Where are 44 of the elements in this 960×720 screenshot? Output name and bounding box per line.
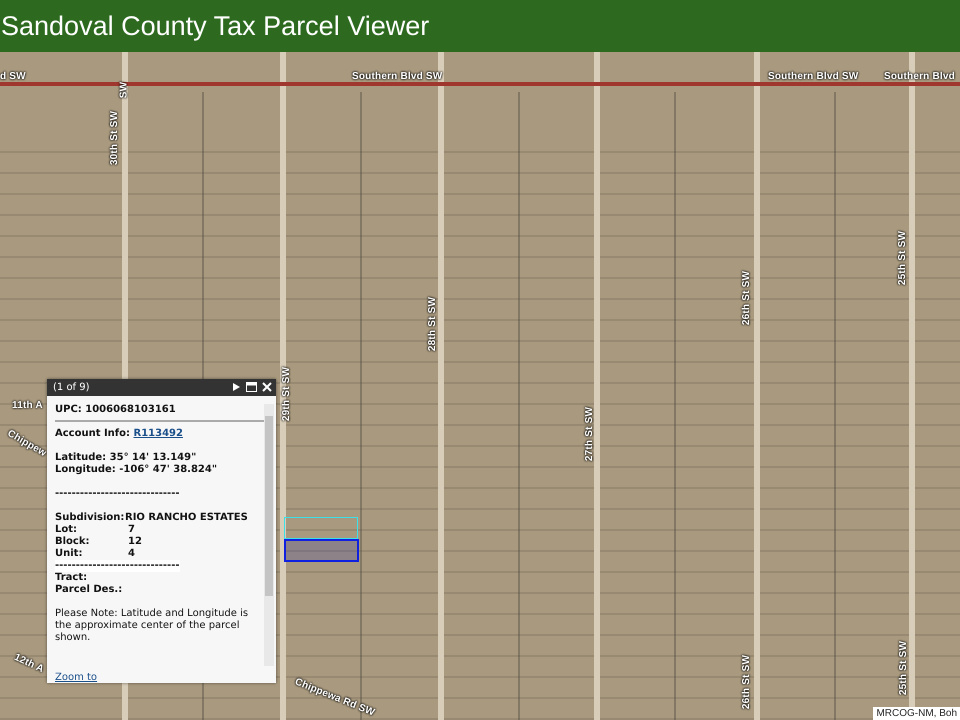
field-label: Block: [55, 536, 90, 548]
scrollbar[interactable] [264, 404, 274, 666]
road-label: 30th St SW [109, 110, 122, 166]
app-title: Sandoval County Tax Parcel Viewer [1, 10, 430, 42]
field-value: 4 [127, 548, 136, 560]
next-icon[interactable] [232, 382, 241, 392]
road-label: d SW [0, 71, 26, 83]
parcel-outline[interactable] [284, 517, 358, 539]
road-label: Southern Blvd [884, 71, 955, 83]
selected-parcel[interactable] [284, 539, 359, 562]
field-label: Tract: [55, 572, 88, 584]
road-label: 27th St SW [584, 406, 596, 462]
field-value: 7 [127, 524, 136, 536]
result-counter: (1 of 9) [53, 382, 91, 393]
note-text: Please Note: Latitude and Longitude is the approximate center of the parcel shown. [55, 608, 250, 644]
longitude-text: Longitude: -106° 47' 38.824" [55, 464, 218, 476]
road-label: SW [118, 82, 130, 98]
field-label: Unit: [55, 548, 84, 560]
road-label: 11th A [12, 400, 43, 412]
road-label: 25th St SW [897, 230, 910, 286]
field-label: Lot: [55, 524, 78, 536]
map-attribution: MRCOG-NM, Boh [873, 707, 960, 720]
aerial-map[interactable] [0, 52, 960, 720]
field-label: Subdivision: [55, 512, 125, 524]
road-label: 28th St SW [427, 296, 440, 352]
latitude-text: Latitude: 35° 14' 13.149" [55, 452, 198, 464]
upc-text: UPC: 1006068103161 [55, 404, 264, 422]
separator-text: ------------------------------ [55, 560, 180, 572]
account-link[interactable]: R113492 [134, 428, 183, 439]
road-label: 12th A [12, 652, 46, 676]
field-value: 12 [127, 536, 143, 548]
road-label: Southern Blvd SW [768, 71, 858, 83]
road-label: 29th St SW [281, 366, 294, 422]
field-value: RIO RANCHO ESTATES [125, 512, 249, 524]
zoom-to-link[interactable]: Zoom to [55, 672, 98, 683]
close-icon[interactable] [262, 382, 272, 392]
road-label: Southern Blvd SW [352, 71, 442, 83]
account-label: Account Info: [55, 428, 130, 439]
field-label: Parcel Des.: [55, 584, 124, 596]
maximize-icon[interactable] [246, 382, 257, 392]
separator-text: ------------------------------ [55, 488, 181, 500]
road-label: 25th St SW [898, 640, 910, 696]
road-label: 26th St SW [741, 270, 754, 326]
road-label: 26th St SW [741, 654, 754, 710]
